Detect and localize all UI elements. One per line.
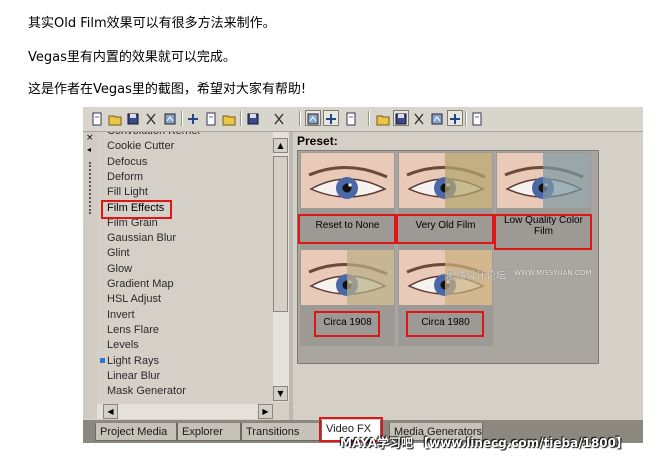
fx-list-item[interactable]: Mask Generator <box>107 385 186 397</box>
article-line-2: Vegas里有内置的效果就可以完成。 <box>28 50 236 65</box>
preset-highlight <box>298 214 396 244</box>
save-as-icon[interactable] <box>143 110 159 126</box>
preset-thumbnail <box>399 153 492 208</box>
ignore-grouping-icon[interactable] <box>429 110 445 126</box>
normal-edit-tool-icon[interactable] <box>305 110 321 126</box>
fx-list-item[interactable]: Lens Flare <box>107 324 159 336</box>
preset-tile[interactable]: Low Quality Color Film <box>494 152 592 250</box>
auto-ripple-icon[interactable] <box>393 110 409 126</box>
scroll-up-button[interactable]: ▲ <box>273 138 288 153</box>
preset-tile[interactable]: Very Old Film <box>396 152 494 249</box>
fx-list-item[interactable]: Light Rays <box>100 355 159 367</box>
fx-list-item[interactable]: Cookie Cutter <box>107 140 174 152</box>
close-icon[interactable]: × <box>86 134 94 143</box>
preset-tile[interactable]: Circa 1908 <box>300 249 395 346</box>
properties-icon[interactable] <box>469 110 485 126</box>
preset-highlight <box>406 311 484 337</box>
copy-icon[interactable] <box>203 110 219 126</box>
render-icon[interactable] <box>162 110 178 126</box>
open-folder-icon[interactable] <box>107 110 123 126</box>
fx-list-item[interactable]: Fill Light <box>107 186 148 198</box>
watermark-footer: MAYA学习吧 【www.linecg.com/tieba/1800】 <box>340 436 629 450</box>
zoom-tool-icon[interactable] <box>447 110 463 126</box>
fx-list-horizontal-scrollbar[interactable]: ◀ ▶ <box>97 404 273 419</box>
article-line-1: 其实Old Film效果可以有很多方法来制作。 <box>28 16 276 31</box>
main-toolbar <box>83 107 643 132</box>
preset-tile[interactable]: Circa 1980 <box>398 249 493 346</box>
fx-list-item[interactable]: Convolution Kernel <box>107 132 200 137</box>
preset-thumbnail <box>301 250 394 305</box>
fx-list-item[interactable]: Gradient Map <box>107 278 174 290</box>
tab-explorer[interactable]: Explorer <box>177 423 241 441</box>
fx-list-item[interactable]: Gaussian Blur <box>107 232 176 244</box>
cut-icon[interactable] <box>185 110 201 126</box>
toolbar-separator <box>240 111 242 126</box>
preset-thumbnail <box>301 153 394 208</box>
window-docking-strip: × ◂ <box>83 132 97 418</box>
tab-project-media[interactable]: Project Media <box>95 423 177 441</box>
fx-list-item[interactable]: Film Grain <box>107 217 158 229</box>
preset-tile[interactable]: Reset to None <box>298 152 396 249</box>
watermark-site-cn: 思缘设计论坛 <box>446 271 506 282</box>
fx-list-item[interactable]: Deform <box>107 171 143 183</box>
toolbar-separator <box>299 111 301 126</box>
scroll-down-button[interactable]: ▼ <box>273 386 288 401</box>
new-file-icon[interactable] <box>89 110 105 126</box>
preset-thumbnail <box>497 153 590 208</box>
dock-grip-icon[interactable] <box>89 162 93 214</box>
article-line-3: 这是作者在Vegas里的截图，希望对大家有帮助! <box>28 82 307 97</box>
selected-item-highlight <box>101 199 172 219</box>
preset-highlight <box>396 214 494 244</box>
fx-list-item[interactable]: HSL Adjust <box>107 293 161 305</box>
pin-icon[interactable]: ◂ <box>87 146 91 154</box>
fx-list-vertical-scrollbar[interactable]: ▲ ▼ <box>273 132 289 402</box>
fx-list-item[interactable]: Glint <box>107 247 130 259</box>
preset-grid: Reset to None Very Old Film Low Quality Co… <box>297 150 599 364</box>
fx-list-item[interactable]: Defocus <box>107 156 147 168</box>
fx-list-item[interactable]: Linear Blur <box>107 370 160 382</box>
save-icon[interactable] <box>125 110 141 126</box>
snapping-icon[interactable] <box>375 110 391 126</box>
fx-list-item[interactable]: Levels <box>107 339 139 351</box>
paste-icon[interactable] <box>221 110 237 126</box>
plugin-badge-icon <box>100 357 105 363</box>
toolbar-separator <box>465 111 467 126</box>
fx-list-item[interactable]: Invert <box>107 309 135 321</box>
preset-highlight <box>494 214 592 250</box>
tab-transitions[interactable]: Transitions <box>241 423 321 441</box>
watermark-site-url: WWW.MISSYUAN.COM <box>514 269 592 277</box>
lock-envelopes-icon[interactable] <box>411 110 427 126</box>
preset-highlight <box>314 311 380 337</box>
selection-tool-icon[interactable] <box>343 110 359 126</box>
undo-icon[interactable] <box>245 110 261 126</box>
scroll-left-button[interactable]: ◀ <box>103 404 118 419</box>
fx-list: Convolution Kernel Cookie Cutter Defocus De… <box>97 132 273 402</box>
toolbar-separator <box>368 111 370 126</box>
fx-list-item[interactable]: Glow <box>107 263 132 275</box>
preset-label: Preset: <box>297 134 338 148</box>
scroll-right-button[interactable]: ▶ <box>258 404 273 419</box>
scroll-thumb[interactable] <box>273 156 288 312</box>
envelope-tool-icon[interactable] <box>323 110 339 126</box>
toolbar-separator <box>181 111 183 126</box>
redo-icon[interactable] <box>271 110 287 126</box>
